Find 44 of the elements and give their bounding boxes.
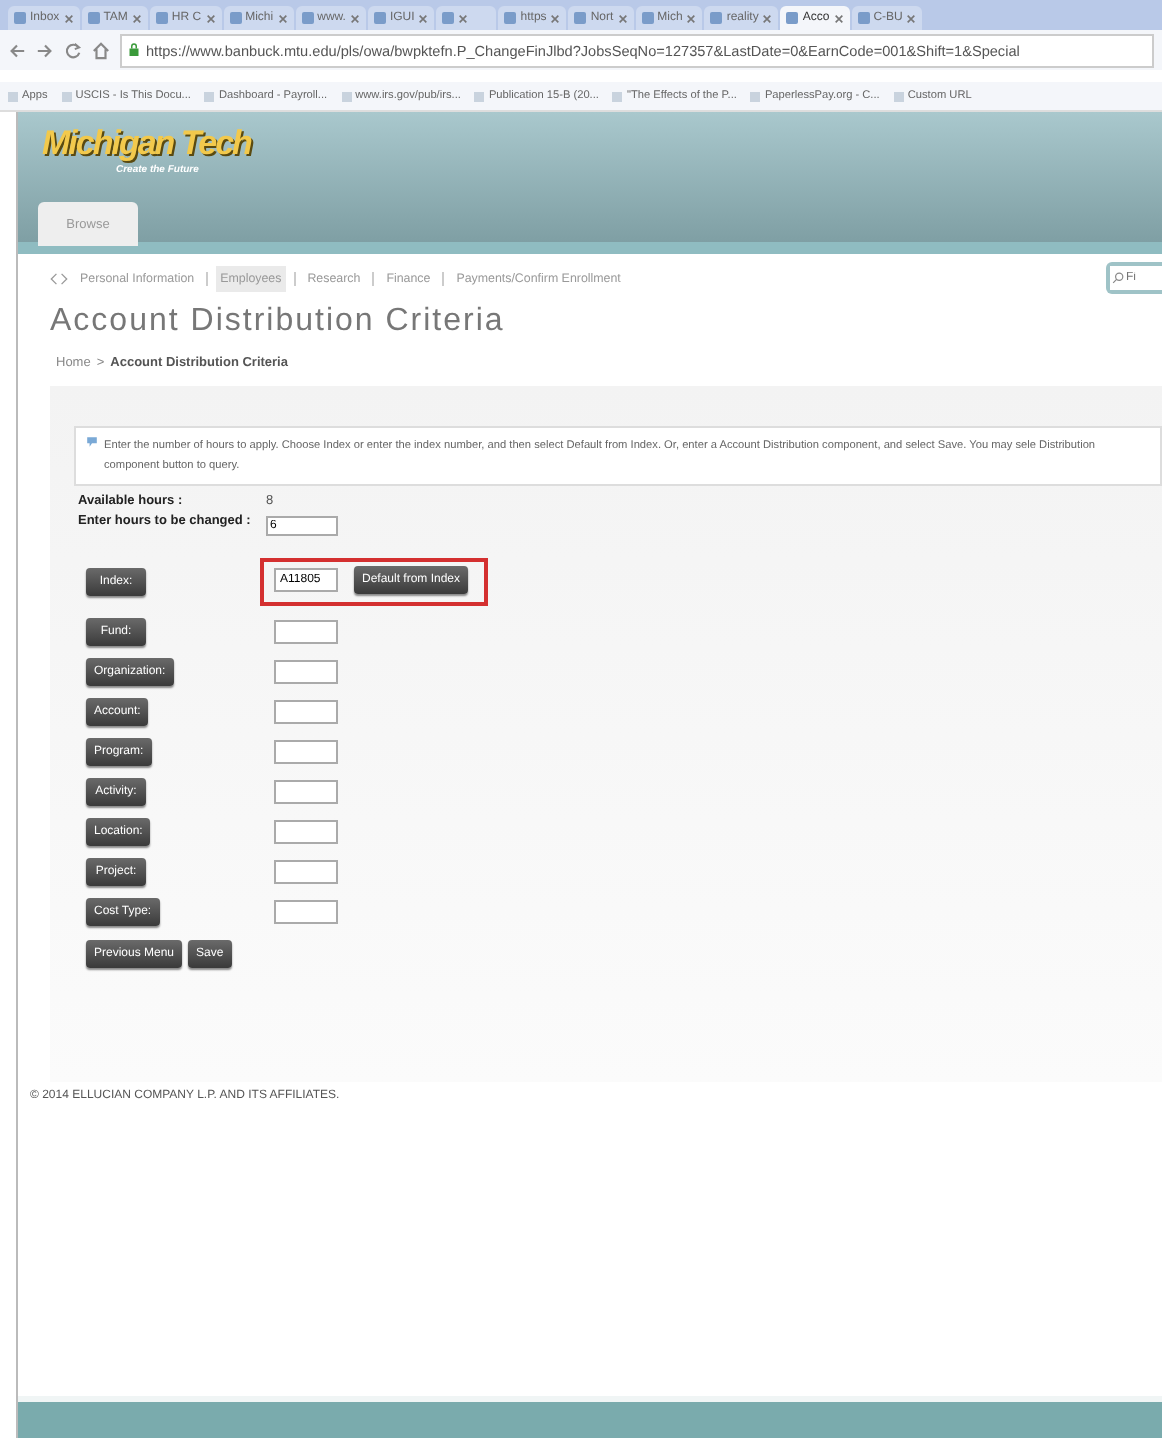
favicon-icon bbox=[710, 12, 723, 24]
close-icon[interactable] bbox=[686, 13, 697, 23]
favicon-icon bbox=[857, 12, 870, 24]
close-icon[interactable] bbox=[418, 13, 429, 23]
input-field[interactable] bbox=[274, 860, 338, 884]
nav-arrows-icon[interactable] bbox=[50, 271, 68, 285]
close-icon[interactable] bbox=[550, 13, 561, 23]
input-field[interactable] bbox=[274, 780, 338, 804]
reload-icon[interactable] bbox=[64, 41, 82, 59]
lock-icon bbox=[128, 42, 140, 58]
close-icon[interactable] bbox=[458, 13, 469, 23]
home-icon[interactable] bbox=[92, 41, 110, 59]
page-title: Account Distribution Criteria bbox=[48, 302, 507, 340]
input-field[interactable] bbox=[274, 700, 338, 724]
close-icon[interactable] bbox=[131, 13, 142, 23]
favicon-icon bbox=[155, 12, 168, 24]
close-icon[interactable] bbox=[349, 13, 360, 23]
search-icon bbox=[1110, 266, 1126, 290]
close-icon[interactable] bbox=[906, 13, 917, 23]
close-icon[interactable] bbox=[762, 13, 773, 23]
favicon-icon bbox=[641, 12, 654, 24]
input-field[interactable] bbox=[274, 740, 338, 764]
close-icon[interactable] bbox=[277, 13, 288, 23]
input-field[interactable] bbox=[274, 900, 338, 924]
info-icon bbox=[86, 436, 98, 448]
favicon-icon bbox=[574, 12, 587, 24]
forward-icon[interactable] bbox=[36, 41, 54, 59]
favicon-icon bbox=[229, 12, 242, 24]
favicon-icon bbox=[504, 12, 517, 24]
input-field[interactable] bbox=[274, 620, 338, 644]
favicon-icon bbox=[87, 12, 100, 24]
close-icon[interactable] bbox=[63, 13, 74, 23]
favicon-icon bbox=[373, 12, 386, 24]
favicon-icon bbox=[786, 12, 799, 24]
close-icon[interactable] bbox=[617, 13, 628, 23]
browser-tab[interactable] bbox=[436, 6, 497, 30]
back-icon[interactable] bbox=[8, 41, 26, 59]
input-field[interactable] bbox=[274, 820, 338, 844]
close-icon[interactable] bbox=[205, 13, 216, 23]
favicon-icon bbox=[442, 12, 455, 24]
favicon-icon bbox=[14, 12, 26, 24]
input-field[interactable] bbox=[274, 660, 338, 684]
close-icon[interactable] bbox=[833, 13, 844, 23]
favicon-icon bbox=[301, 12, 314, 24]
